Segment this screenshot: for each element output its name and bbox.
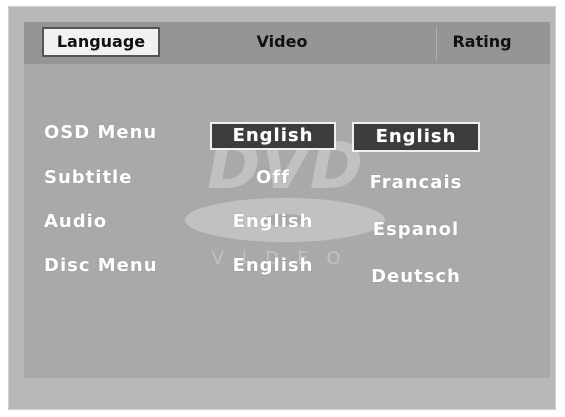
- tab-language[interactable]: Language: [42, 27, 160, 57]
- language-option[interactable]: Deutsch: [352, 266, 480, 287]
- setup-tab-bar: Language Video Rating: [24, 22, 550, 64]
- osd-menu-label: OSD Menu: [44, 122, 158, 143]
- tab-rating[interactable]: Rating: [426, 27, 538, 57]
- language-option[interactable]: Espanol: [352, 219, 480, 240]
- audio-value[interactable]: English: [210, 211, 336, 232]
- language-option[interactable]: Francais: [352, 172, 480, 193]
- osd-menu-value[interactable]: English: [210, 122, 336, 150]
- language-option[interactable]: English: [352, 122, 480, 152]
- subtitle-value[interactable]: Off: [210, 167, 336, 188]
- tab-video[interactable]: Video: [234, 27, 330, 57]
- disc-menu-value[interactable]: English: [210, 255, 336, 276]
- disc-menu-label: Disc Menu: [44, 255, 158, 276]
- audio-label: Audio: [44, 211, 108, 232]
- subtitle-label: Subtitle: [44, 167, 133, 188]
- dvd-setup-screen: Language Video Rating DVD VIDEO OSD Menu…: [24, 22, 550, 378]
